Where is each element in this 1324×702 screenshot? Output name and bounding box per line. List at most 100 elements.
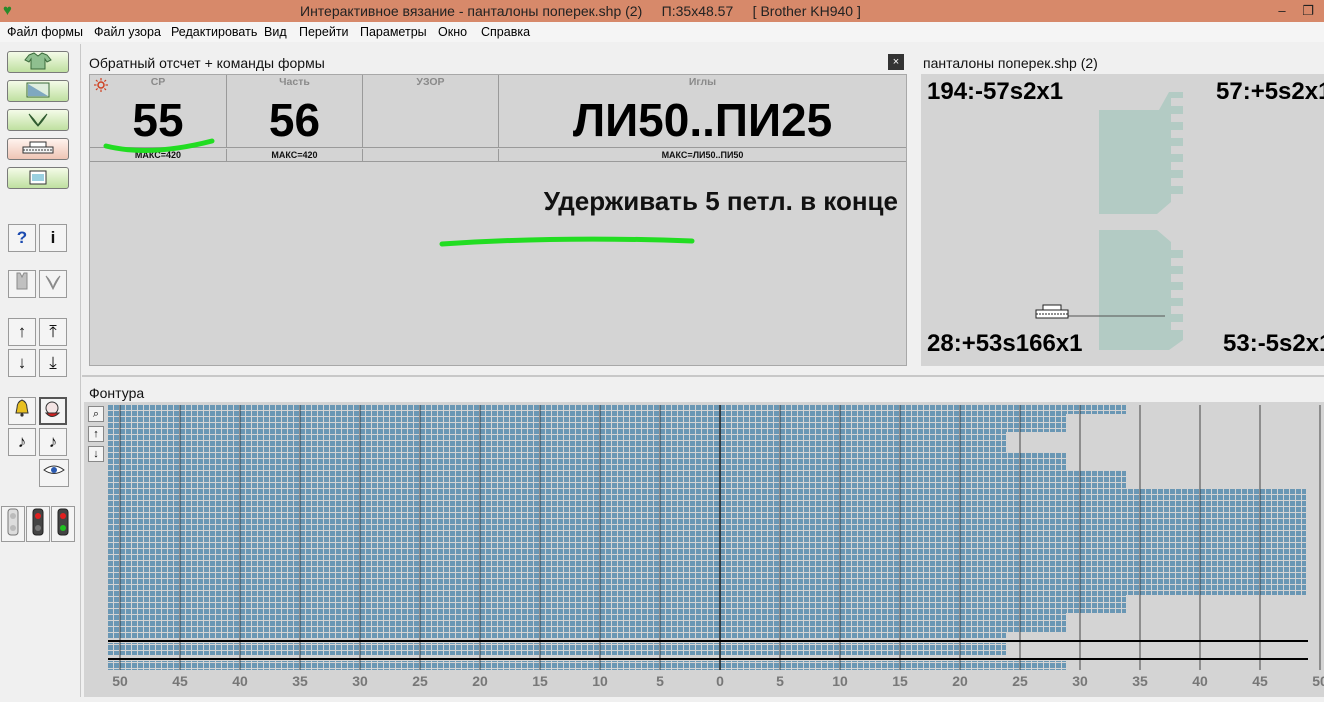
part-counter-max: МАКС=420	[227, 149, 363, 161]
picture-icon	[29, 170, 47, 185]
part-counter-header: Часть	[279, 76, 310, 88]
splitter[interactable]	[82, 375, 1324, 377]
menu-parameters[interactable]: Параметры	[360, 25, 427, 39]
row-top-button[interactable]: ⤒	[39, 318, 67, 346]
row-counter-max: МАКС=420	[90, 149, 227, 161]
left-toolbar: ? i ↑ ⤒ ↓ ⤓ ♪ ♪	[0, 44, 81, 697]
divider	[90, 161, 906, 162]
leaves-button[interactable]	[7, 109, 69, 131]
needle-axis-label: 35	[292, 673, 308, 689]
needle-axis-label: 25	[1012, 673, 1028, 689]
close-button[interactable]: ×	[888, 54, 904, 70]
eye-button[interactable]	[39, 459, 69, 487]
preview-title: панталоны поперек.shp (2)	[923, 55, 1098, 71]
row-bottom-button[interactable]: ⤓	[39, 349, 67, 377]
pattern-cell: УЗОР	[363, 75, 499, 147]
row-down-button[interactable]: ↓	[8, 349, 36, 377]
needle-bed-title: Фонтура	[89, 385, 145, 401]
needle-axis-label: 50	[1312, 673, 1324, 689]
needle-bed: 50 45 40 35 30 25 20 15 10 5 0 5 10 15 20 25 30 35 40 45 50 …	[84, 402, 1324, 697]
part-counter-cell: Часть 56	[227, 75, 363, 147]
music2-button[interactable]: ♪	[39, 428, 67, 456]
menu-window[interactable]: Окно	[438, 25, 467, 39]
restore-button[interactable]: ❐	[1296, 2, 1320, 20]
garment-front-button[interactable]	[8, 270, 36, 298]
needle-axis-label: 20	[952, 673, 968, 689]
speaking-face-icon	[44, 401, 61, 417]
needle-axis-label: 10	[592, 673, 608, 689]
sweater-button[interactable]	[7, 51, 69, 73]
preview-label-bottom-left: 28:+53s166x1	[927, 330, 1083, 357]
row-counter-value: 55	[132, 94, 184, 146]
music-button[interactable]: ♪	[8, 428, 36, 456]
traffic-light-off-icon	[7, 508, 19, 536]
needle-axis-label: 50	[112, 673, 128, 689]
needles-header: Иглы	[688, 76, 717, 88]
menu-view[interactable]: Вид	[264, 25, 287, 39]
eye-icon	[43, 465, 65, 474]
chart-button[interactable]	[7, 80, 69, 102]
needle-axis-label: 40	[232, 673, 248, 689]
needle-axis-label: 15	[532, 673, 548, 689]
sun-icon	[94, 78, 108, 92]
needle-axis-label: 35	[1132, 673, 1148, 689]
light-red-button[interactable]	[26, 506, 50, 542]
traffic-light-green-icon	[57, 508, 69, 536]
leaves-gray-icon	[45, 275, 61, 291]
preview-label-top-left: 194:-57s2x1	[927, 78, 1064, 105]
minimize-button[interactable]: –	[1270, 2, 1294, 20]
leaves-icon	[28, 113, 48, 127]
pattern-header: УЗОР	[416, 76, 445, 88]
scroll-down-button[interactable]: ↓	[88, 446, 104, 462]
row-counter-cell: СР 55	[90, 75, 227, 147]
needle-axis-label: 25	[412, 673, 428, 689]
row-up-button[interactable]: ↑	[8, 318, 36, 346]
needles-cell: Иглы ЛИ50..ПИ25	[499, 75, 906, 147]
needle-axis-label: 30	[1072, 673, 1088, 689]
voice-button[interactable]	[39, 397, 67, 425]
carriage-button[interactable]	[7, 138, 69, 160]
help-button[interactable]: ?	[8, 224, 36, 252]
needle-axis-label: 20	[472, 673, 488, 689]
countdown-display: СР 55 Часть 56 УЗОР Иглы ЛИ50..ПИ25 МАКС…	[89, 74, 907, 366]
menu-edit[interactable]: Редактировать	[171, 25, 257, 39]
garment-leaves-button[interactable]	[39, 270, 67, 298]
countdown-title: Обратный отсчет + команды формы	[89, 55, 325, 71]
light-green-button[interactable]	[51, 506, 75, 542]
leaf-icon: ♥	[3, 2, 12, 19]
menu-goto[interactable]: Перейти	[299, 25, 349, 39]
needle-axis-label: 30	[352, 673, 368, 689]
bell-button[interactable]	[8, 397, 36, 425]
machine-carriage-icon	[22, 141, 54, 154]
carriage-marker-icon	[1035, 304, 1069, 319]
needle-axis-label: 45	[172, 673, 188, 689]
needle-bed-grid: 50 45 40 35 30 25 20 15 10 5 0 5 10 15 20 25 30 35 40 45 50	[108, 405, 1324, 689]
scroll-up-button[interactable]: ↑	[88, 426, 104, 442]
needle-axis-label: 45	[1252, 673, 1268, 689]
needles-value: ЛИ50..ПИ25	[572, 94, 833, 146]
needle-axis-label: 0	[716, 673, 724, 689]
window-title: Интерактивное вязание - панталоны попере…	[300, 3, 861, 19]
shape-command-text: Удерживать 5 петл. в конце	[543, 186, 898, 216]
part-counter-value: 56	[268, 94, 321, 146]
zoom-button[interactable]: ⌕	[88, 406, 104, 422]
vest-icon	[16, 272, 28, 290]
info-button[interactable]: i	[39, 224, 67, 252]
divider	[90, 147, 906, 148]
needle-axis-label: 5	[656, 673, 664, 689]
light-off-button[interactable]	[1, 506, 25, 542]
needle-axis-label: 40	[1192, 673, 1208, 689]
menu-shape-file[interactable]: Файл формы	[7, 25, 83, 39]
picture-button[interactable]	[7, 167, 69, 189]
preview-label-bottom-right: 53:-5s2x1	[1223, 330, 1324, 357]
shape-outline	[1035, 92, 1183, 350]
menu-bar: Файл формы Файл узора Редактировать Вид …	[0, 22, 1324, 42]
menu-pattern-file[interactable]: Файл узора	[94, 25, 161, 39]
needle-axis-label: 15	[892, 673, 908, 689]
traffic-light-red-icon	[32, 508, 44, 536]
row-counter-header: СР	[150, 76, 166, 88]
bell-icon	[15, 399, 29, 417]
menu-help[interactable]: Справка	[481, 25, 530, 39]
pattern-max	[363, 149, 499, 161]
title-bar: ♥ Интерактивное вязание - панталоны попе…	[0, 0, 1324, 22]
